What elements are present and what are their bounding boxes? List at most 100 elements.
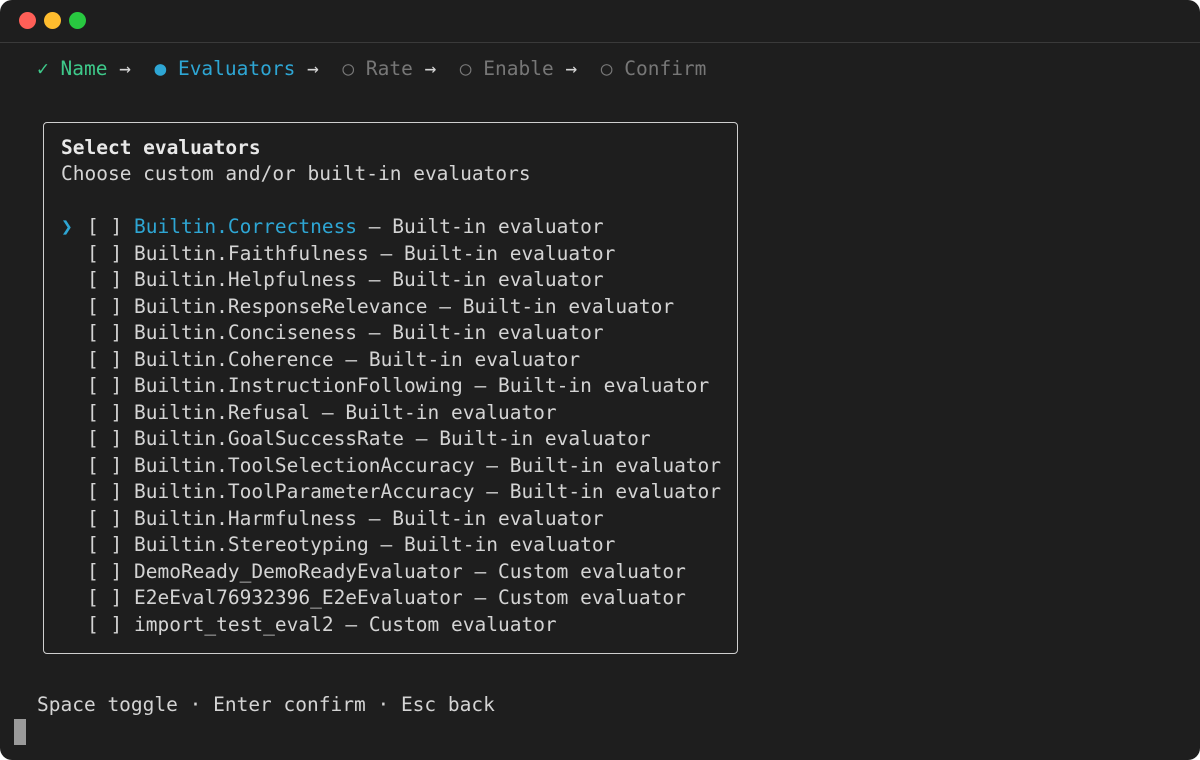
evaluator-option[interactable]: [ ] import_test_eval2 – Custom evaluator — [61, 612, 721, 639]
separator-dash: – — [474, 559, 487, 583]
evaluator-type: Built-in evaluator — [497, 374, 710, 397]
checkbox[interactable]: [ ] — [87, 401, 122, 424]
evaluator-option[interactable]: [ ] Builtin.Harmfulness – Built-in evalu… — [61, 506, 721, 533]
evaluator-type: Built-in evaluator — [509, 480, 722, 503]
separator-dash: – — [380, 533, 393, 556]
evaluator-type: Built-in evaluator — [404, 241, 616, 265]
checkbox[interactable]: [ ] — [87, 268, 122, 291]
arrow-right-icon: → — [307, 57, 319, 80]
evaluator-type: Built-in evaluator — [392, 268, 604, 291]
separator-dash: – — [368, 506, 381, 530]
evaluator-option[interactable]: [ ] Builtin.Refusal – Built-in evaluator — [61, 400, 721, 427]
separator-dash: – — [380, 241, 393, 265]
checkbox[interactable]: [ ] — [87, 533, 122, 556]
evaluator-option[interactable]: [ ] Builtin.ToolParameterAccuracy – Buil… — [61, 479, 721, 506]
evaluator-name: DemoReady_DemoReadyEvaluator — [133, 559, 463, 583]
evaluator-type: Custom evaluator — [497, 586, 686, 609]
checkbox[interactable]: [ ] — [87, 560, 122, 583]
evaluator-type: Custom evaluator — [497, 559, 686, 583]
keyboard-hints: Space toggle · Enter confirm · Esc back — [37, 693, 495, 716]
evaluator-name: Builtin.Faithfulness — [133, 241, 369, 265]
evaluator-name: Builtin.Refusal — [133, 400, 311, 424]
checkbox[interactable]: [ ] — [87, 348, 122, 371]
evaluator-type: Built-in evaluator — [509, 453, 722, 477]
checkbox[interactable]: [ ] — [87, 242, 122, 265]
evaluator-option[interactable]: [ ] E2eEval76932396_E2eEvaluator – Custo… — [61, 585, 721, 612]
evaluator-type: Built-in evaluator — [462, 294, 675, 318]
evaluator-type: Built-in evaluator — [345, 400, 557, 424]
evaluator-option[interactable]: [ ] Builtin.GoalSuccessRate – Built-in e… — [61, 426, 721, 453]
empty-circle-icon: ○ — [342, 57, 355, 80]
checkbox[interactable]: [ ] — [87, 295, 122, 318]
selection-cursor-icon: ❯ — [61, 215, 73, 238]
checkbox[interactable]: [ ] — [87, 321, 122, 344]
evaluator-option[interactable]: [ ] Builtin.Conciseness – Built-in evalu… — [61, 320, 721, 347]
separator-dash: – — [415, 427, 428, 450]
evaluator-name: Builtin.ResponseRelevance — [133, 294, 428, 318]
separator-dash: – — [439, 294, 451, 318]
checkbox[interactable]: [ ] — [87, 507, 122, 530]
step-enable: ○ Enable — [459, 57, 554, 80]
evaluator-option[interactable]: [ ] Builtin.Faithfulness – Built-in eval… — [61, 241, 721, 268]
evaluator-name: Builtin.ToolSelectionAccuracy — [133, 453, 475, 477]
checkbox[interactable]: [ ] — [87, 427, 122, 450]
evaluator-option[interactable]: [ ] Builtin.Coherence – Built-in evaluat… — [61, 347, 721, 374]
arrow-right-icon: → — [424, 57, 437, 80]
empty-circle-icon: ○ — [600, 57, 613, 80]
terminal-cursor — [14, 719, 26, 745]
evaluator-type: Built-in evaluator — [368, 347, 581, 371]
checkbox[interactable]: [ ] — [87, 454, 122, 477]
separator-dash: – — [345, 347, 358, 371]
step-evaluators: ● Evaluators — [154, 57, 296, 80]
evaluator-option[interactable]: [ ] Builtin.ResponseRelevance – Built-in… — [61, 294, 721, 321]
zoom-window-button[interactable] — [69, 12, 86, 29]
step-rate: ○ Rate — [342, 57, 413, 80]
checkbox[interactable]: [ ] — [87, 374, 122, 397]
close-window-button[interactable] — [19, 12, 36, 29]
separator-dash: – — [486, 480, 498, 503]
evaluator-option[interactable]: [ ] Builtin.InstructionFollowing – Built… — [61, 373, 721, 400]
evaluator-name: import_test_eval2 — [133, 612, 334, 636]
evaluator-option[interactable]: [ ] DemoReady_DemoReadyEvaluator – Custo… — [61, 559, 721, 586]
filled-circle-icon: ● — [154, 57, 167, 80]
evaluator-name: Builtin.Coherence — [133, 347, 334, 371]
wizard-steps: ✓ Name → ● Evaluators → ○ Rate → ○ Enabl… — [37, 56, 706, 82]
step-confirm: ○ Confirm — [600, 57, 707, 80]
check-icon: ✓ — [37, 57, 49, 80]
separator-dash: – — [368, 321, 381, 344]
checkbox[interactable]: [ ] — [87, 215, 122, 238]
separator-dash: – — [368, 215, 381, 238]
evaluator-type: Built-in evaluator — [404, 533, 616, 556]
separator-dash: – — [474, 374, 487, 397]
arrow-right-icon: → — [119, 57, 131, 80]
evaluator-name: Builtin.GoalSuccessRate — [133, 427, 405, 450]
evaluator-list: ❯ [ ] Builtin.Correctness – Built-in eval… — [61, 214, 721, 638]
checkbox[interactable]: [ ] — [87, 480, 122, 503]
panel-subtitle: Choose custom and/or built-in evaluators — [61, 162, 531, 185]
panel-title: Select evaluators — [61, 136, 261, 159]
evaluator-type: Built-in evaluator — [392, 506, 604, 530]
minimize-window-button[interactable] — [44, 12, 61, 29]
evaluator-name: Builtin.Conciseness — [133, 321, 358, 344]
checkbox[interactable]: [ ] — [87, 586, 122, 609]
evaluator-option[interactable]: ❯ [ ] Builtin.Correctness – Built-in eval… — [61, 214, 721, 241]
terminal-window: ✓ Name → ● Evaluators → ○ Rate → ○ Enabl… — [0, 0, 1200, 760]
step-name: ✓ Name — [37, 57, 108, 80]
arrow-right-icon: → — [565, 57, 578, 80]
evaluator-name: Builtin.ToolParameterAccuracy — [133, 480, 475, 503]
evaluator-name: Builtin.InstructionFollowing — [133, 374, 463, 397]
empty-circle-icon: ○ — [459, 57, 472, 80]
evaluator-type: Custom evaluator — [368, 612, 557, 636]
separator-dash: – — [368, 268, 381, 291]
evaluator-type: Built-in evaluator — [439, 427, 651, 450]
evaluator-option[interactable]: [ ] Builtin.Stereotyping – Built-in eval… — [61, 532, 721, 559]
evaluator-type: Built-in evaluator — [392, 321, 604, 344]
evaluator-option[interactable]: [ ] Builtin.ToolSelectionAccuracy – Buil… — [61, 453, 721, 480]
evaluator-name: E2eEval76932396_E2eEvaluator — [133, 586, 463, 609]
separator-dash: – — [321, 400, 334, 424]
separator-dash: – — [486, 453, 498, 477]
checkbox[interactable]: [ ] — [87, 613, 122, 636]
evaluator-option[interactable]: [ ] Builtin.Helpfulness – Built-in evalu… — [61, 267, 721, 294]
separator-dash: – — [345, 612, 358, 636]
separator-dash: – — [474, 586, 487, 609]
